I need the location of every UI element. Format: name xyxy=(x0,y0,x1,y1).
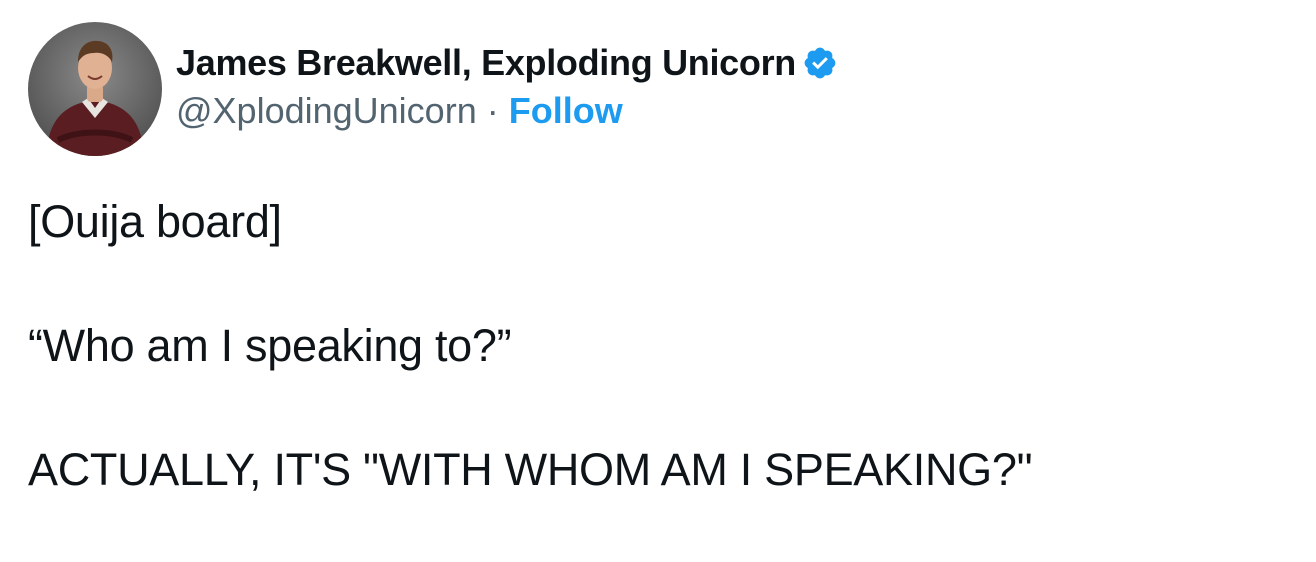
avatar-photo xyxy=(28,22,162,156)
author-handle[interactable]: @XplodingUnicorn xyxy=(176,90,477,132)
tweet-text-line: “Who am I speaking to?” xyxy=(28,320,512,371)
display-name[interactable]: James Breakwell, Exploding Unicorn xyxy=(176,42,796,84)
separator-dot: · xyxy=(486,90,499,131)
author-info: James Breakwell, Exploding Unicorn @Xplo… xyxy=(176,39,838,135)
avatar[interactable] xyxy=(28,22,162,156)
follow-button[interactable]: Follow xyxy=(509,90,623,132)
tweet-text-line: [Ouija board] xyxy=(28,196,282,247)
tweet-text-line: ACTUALLY, IT'S "WITH WHOM AM I SPEAKING?… xyxy=(28,444,1033,495)
tweet-body: [Ouija board] “Who am I speaking to?” AC… xyxy=(28,192,1288,500)
tweet-header: James Breakwell, Exploding Unicorn @Xplo… xyxy=(28,22,838,156)
handle-row: @XplodingUnicorn · Follow xyxy=(176,87,838,135)
tweet-card: James Breakwell, Exploding Unicorn @Xplo… xyxy=(0,0,1316,562)
verified-badge-icon xyxy=(802,45,838,81)
display-name-row: James Breakwell, Exploding Unicorn xyxy=(176,39,838,87)
